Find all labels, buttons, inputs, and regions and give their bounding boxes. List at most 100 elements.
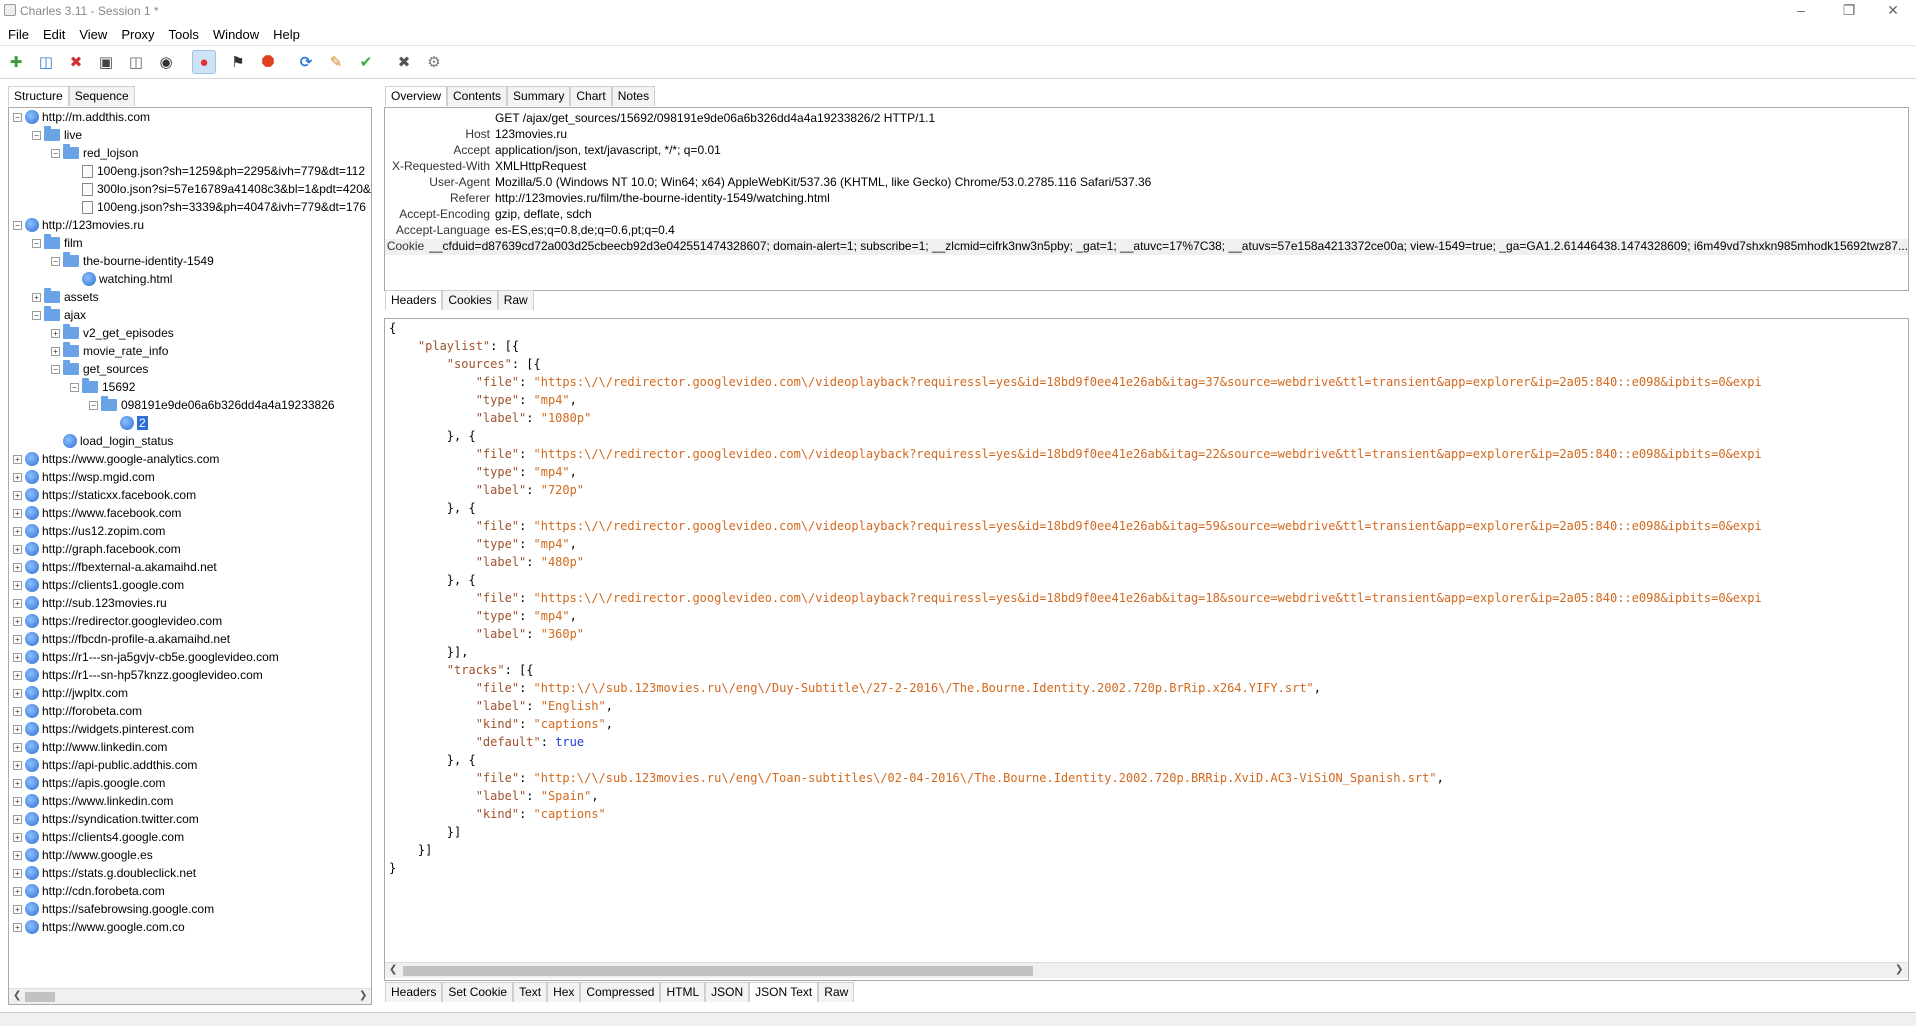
tab-json[interactable]: JSON [705,982,750,1002]
tree-node[interactable]: − http://m.addthis.com [13,108,150,126]
menu-file[interactable]: File [8,27,29,42]
tree-node[interactable]: − red_lojson [51,144,138,162]
tab-set-cookie[interactable]: Set Cookie [442,982,514,1002]
expand-icon[interactable]: + [13,850,22,860]
header-row[interactable]: Accept-Language es-ES,es;q=0.8,de;q=0.6,p… [385,223,675,239]
tree-node[interactable]: + http://forobeta.com [13,702,142,720]
expand-icon[interactable]: + [13,760,22,770]
expand-icon[interactable]: + [13,580,22,590]
tree-horizontal-scrollbar[interactable]: ❮ ❯ [9,988,371,1004]
collapse-icon[interactable]: − [32,130,41,140]
expand-icon[interactable]: + [13,688,22,698]
tree-node[interactable]: − ajax [32,306,86,324]
header-row[interactable]: X-Requested-With XMLHttpRequest [385,159,586,175]
tree-node[interactable]: + https://r1---sn-hp57knzz.googlevideo.co… [13,666,263,684]
tab-overview[interactable]: Overview [385,86,448,106]
close-icon[interactable]: ✕ [1870,0,1916,22]
collapse-icon[interactable]: − [32,238,41,248]
tree-node[interactable]: 100eng.json?sh=3339&ph=4047&ivh=779&dt=1… [70,198,366,216]
tree-node[interactable]: + https://r1---sn-ja5gvjv-cb5e.googlevide… [13,648,279,666]
tree-node[interactable]: − live [32,126,82,144]
expand-icon[interactable]: + [13,742,22,752]
expand-icon[interactable]: + [13,904,22,914]
tree-node[interactable]: − 098191e9de06a6b326dd4a4a19233826 [89,396,335,414]
expand-icon[interactable]: + [13,562,22,572]
expand-icon[interactable]: + [51,346,60,356]
header-row[interactable]: User-Agent Mozilla/5.0 (Windows NT 10.0; … [385,175,1151,191]
tree-node[interactable]: + http://www.google.es [13,846,153,864]
expand-icon[interactable]: + [13,544,22,554]
tree-node[interactable]: + https://widgets.pinterest.com [13,720,194,738]
collapse-icon[interactable]: − [13,112,22,122]
tree-node[interactable]: + https://fbcdn-profile-a.akamaihd.net [13,630,230,648]
open-session-icon[interactable]: ◫ [34,50,58,74]
expand-icon[interactable]: + [13,454,22,464]
expand-icon[interactable]: + [13,706,22,716]
scroll-right-icon[interactable]: ❯ [359,990,367,1001]
tab-raw[interactable]: Raw [818,982,855,1002]
tree-node[interactable]: + http://graph.facebook.com [13,540,181,558]
expand-icon[interactable]: + [13,652,22,662]
collapse-icon[interactable]: − [51,256,60,266]
expand-icon[interactable]: + [13,868,22,878]
record-icon[interactable]: ● [192,50,216,74]
tab-request-raw[interactable]: Raw [497,290,534,310]
expand-icon[interactable]: + [13,832,22,842]
expand-icon[interactable]: + [13,526,22,536]
tree-node[interactable]: − 15692 [70,378,135,396]
expand-icon[interactable]: + [13,490,22,500]
expand-icon[interactable]: + [13,670,22,680]
edit-icon[interactable]: ✎ [324,50,348,74]
expand-icon[interactable]: + [13,634,22,644]
collapse-icon[interactable]: − [13,220,22,230]
tree-node[interactable]: + movie_rate_info [51,342,168,360]
tree-node[interactable]: + https://clients4.google.com [13,828,184,846]
tree-node[interactable]: + http://sub.123movies.ru [13,594,167,612]
tree-node[interactable]: + https://api-public.addthis.com [13,756,197,774]
expand-icon[interactable]: + [13,508,22,518]
throttle-icon[interactable]: ⚑ [226,50,250,74]
tab-response-headers[interactable]: Headers [385,982,443,1002]
header-row[interactable]: Accept-Encoding gzip, deflate, sdch [385,207,591,223]
tree-node[interactable]: load_login_status [51,432,173,450]
expand-icon[interactable]: + [13,472,22,482]
clear-icon[interactable]: ◫ [124,50,148,74]
expand-icon[interactable]: + [13,616,22,626]
menu-tools[interactable]: Tools [169,27,199,42]
tree-node[interactable]: − http://123movies.ru [13,216,144,234]
scroll-thumb[interactable] [403,966,1033,976]
tree-node[interactable]: + https://us12.zopim.com [13,522,165,540]
validate-icon[interactable]: ✔ [354,50,378,74]
tree-node[interactable]: − get_sources [51,360,148,378]
collapse-icon[interactable]: − [51,148,60,158]
expand-icon[interactable]: + [13,922,22,932]
tab-request-cookies[interactable]: Cookies [442,290,498,310]
expand-icon[interactable]: + [13,886,22,896]
tree-node[interactable]: + assets [32,288,99,306]
tab-notes[interactable]: Notes [611,86,656,106]
tree-node[interactable]: + https://www.google-analytics.com [13,450,219,468]
tab-sequence[interactable]: Sequence [68,86,135,106]
tree-node[interactable]: + http://cdn.forobeta.com [13,882,165,900]
tree-node[interactable]: + https://staticxx.facebook.com [13,486,196,504]
scroll-right-icon[interactable]: ❯ [1895,964,1903,975]
expand-icon[interactable]: + [51,328,60,338]
expand-icon[interactable]: + [13,778,22,788]
tree-node[interactable]: + https://www.linkedin.com [13,792,173,810]
response-horizontal-scrollbar[interactable]: ❮ ❯ [385,962,1908,978]
breakpoints-icon[interactable]: ⯃ [256,50,280,74]
tools-icon[interactable]: ✖ [392,50,416,74]
expand-icon[interactable]: + [13,796,22,806]
tab-request-headers[interactable]: Headers [385,290,443,310]
tab-json-text[interactable]: JSON Text [749,982,819,1002]
tree-node[interactable]: + https://fbexternal-a.akamaihd.net [13,558,217,576]
tree-node[interactable]: + https://clients1.google.com [13,576,184,594]
tree-node[interactable]: + http://www.linkedin.com [13,738,167,756]
tree-node[interactable]: + https://safebrowsing.google.com [13,900,214,918]
tree-node[interactable]: + https://redirector.googlevideo.com [13,612,222,630]
tab-html[interactable]: HTML [660,982,706,1002]
header-row[interactable]: Referer http://123movies.ru/film/the-bour… [385,191,830,207]
tab-summary[interactable]: Summary [507,86,571,106]
tree-node[interactable]: 100eng.json?sh=1259&ph=2295&ivh=779&dt=1… [70,162,365,180]
menu-window[interactable]: Window [213,27,259,42]
